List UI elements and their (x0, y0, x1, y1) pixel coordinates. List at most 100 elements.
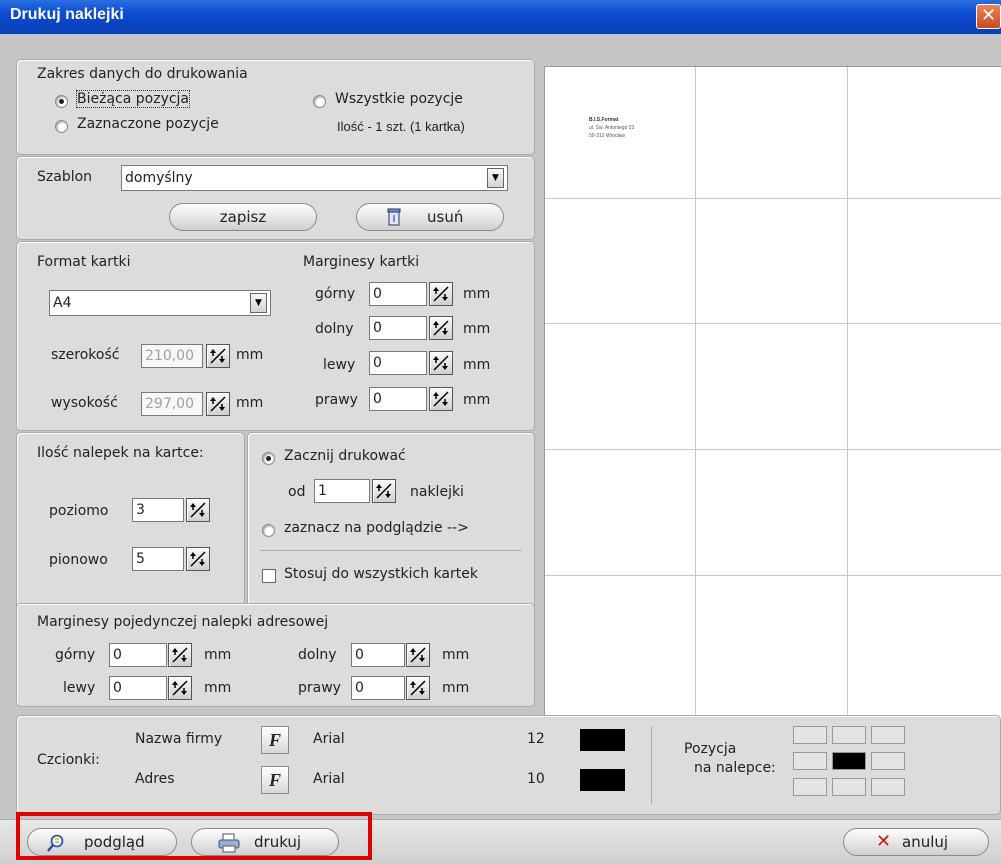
margin-bottom-spinner[interactable] (429, 316, 453, 340)
labels-count-title: Ilość nalepek na kartce: (37, 445, 204, 461)
label-margin-right-field[interactable]: 0 (351, 676, 405, 700)
from-label: od (288, 484, 306, 500)
label-margin-left-field[interactable]: 0 (109, 676, 167, 700)
format-title: Format kartki (37, 254, 131, 270)
vertical-field[interactable]: 5 (132, 547, 184, 571)
label-margin-right-spinner[interactable] (406, 676, 430, 700)
position-cell[interactable] (871, 752, 905, 770)
from-value: 1 (318, 483, 327, 499)
label-margin-bottom-field[interactable]: 0 (351, 643, 405, 667)
margin-bottom-field[interactable]: 0 (369, 316, 427, 340)
cancel-button[interactable]: ✕ anuluj (843, 828, 989, 856)
width-field[interactable]: 210,00 (141, 344, 203, 368)
position-cell[interactable] (793, 726, 827, 744)
close-icon: ✕ (876, 831, 892, 852)
font-icon: F (268, 730, 281, 750)
label-margin-bottom-spinner[interactable] (406, 643, 430, 667)
fonts-label: Czcionki: (37, 752, 100, 768)
fonts-panel: Czcionki: Nazwa firmy F Arial 12 Adres F… (16, 715, 1001, 815)
height-field[interactable]: 297,00 (141, 392, 203, 416)
delete-template-button[interactable]: usuń (356, 203, 504, 231)
grid-line (545, 575, 1001, 576)
label-margin-top-unit: mm (204, 647, 232, 663)
radio-current-position[interactable] (55, 95, 68, 108)
chevron-down-icon[interactable]: ▼ (250, 293, 267, 313)
radio-current-label[interactable]: Bieżąca pozycja (75, 90, 191, 108)
chevron-down-icon[interactable]: ▼ (487, 168, 504, 188)
company-name-label: Nazwa firmy (135, 731, 223, 747)
preview-label-text: B.I.S.Format ul. Św. Antoniego 23 50-312… (589, 116, 634, 140)
range-panel: Zakres danych do drukowania Bieżąca pozy… (16, 59, 535, 155)
radio-selected-positions[interactable] (55, 120, 68, 133)
divider (260, 550, 522, 551)
template-select[interactable]: domyślny (121, 165, 508, 191)
margin-top-unit: mm (463, 286, 491, 302)
start-panel: Zacznij drukować od 1 naklejki zaznacz n… (247, 432, 535, 628)
margin-top-spinner[interactable] (429, 282, 453, 306)
grid-line (847, 67, 848, 735)
vertical-label: pionowo (49, 552, 108, 568)
horizontal-field[interactable]: 3 (132, 498, 184, 522)
position-cell[interactable] (871, 778, 905, 796)
grid-line (545, 449, 1001, 450)
vertical-spinner[interactable] (186, 547, 210, 571)
title-bar: Drukuj naklejki ✕ (0, 0, 1001, 34)
width-value: 210,00 (145, 348, 194, 364)
label-margin-left-value: 0 (113, 680, 122, 696)
close-icon: ✕ (980, 5, 997, 26)
close-button[interactable]: ✕ (976, 4, 1001, 29)
apply-all-checkbox[interactable] (262, 569, 276, 583)
margin-right-field[interactable]: 0 (369, 387, 427, 411)
position-cell[interactable] (871, 726, 905, 744)
margin-bottom-unit: mm (463, 321, 491, 337)
format-select[interactable]: A4 (49, 290, 271, 316)
margin-left-spinner[interactable] (429, 351, 453, 375)
grid-line (545, 198, 1001, 199)
horizontal-spinner[interactable] (186, 498, 210, 522)
position-cell[interactable] (793, 752, 827, 770)
margin-top-value: 0 (373, 286, 382, 302)
radio-all-label[interactable]: Wszystkie pozycje (335, 91, 463, 107)
from-field[interactable]: 1 (314, 479, 370, 503)
radio-selected-label[interactable]: Zaznaczone pozycje (77, 116, 219, 132)
from-spinner[interactable] (372, 479, 396, 503)
address-font-button[interactable]: F (261, 766, 289, 794)
margin-right-label: prawy (315, 392, 358, 408)
label-margin-left-spinner[interactable] (168, 676, 192, 700)
margins-title: Marginesy kartki (303, 254, 420, 270)
horizontal-label: poziomo (49, 503, 109, 519)
radio-all-positions[interactable] (313, 95, 326, 108)
margin-left-value: 0 (373, 355, 382, 371)
label-margin-top-spinner[interactable] (168, 643, 192, 667)
width-spinner[interactable] (206, 344, 230, 368)
label-margin-top-field[interactable]: 0 (109, 643, 167, 667)
labels-count-panel: Ilość nalepek na kartce: poziomo 3 piono… (16, 432, 245, 628)
position-cell[interactable] (793, 778, 827, 796)
range-title: Zakres danych do drukowania (37, 66, 248, 82)
position-cell-selected[interactable] (832, 752, 866, 770)
position-grid (793, 726, 913, 798)
height-spinner[interactable] (206, 392, 230, 416)
apply-all-label[interactable]: Stosuj do wszystkich kartek (284, 566, 478, 582)
mark-on-preview-label[interactable]: zaznacz na podglądzie --> (284, 520, 469, 536)
company-color-swatch[interactable] (580, 729, 625, 751)
position-cell[interactable] (832, 778, 866, 796)
template-value: domyślny (125, 170, 193, 186)
position-cell[interactable] (832, 726, 866, 744)
margin-left-field[interactable]: 0 (369, 351, 427, 375)
grid-line (695, 67, 696, 735)
company-font-button[interactable]: F (261, 726, 289, 754)
height-label: wysokość (51, 395, 118, 411)
radio-mark-on-preview[interactable] (262, 524, 275, 537)
start-printing-label[interactable]: Zacznij drukować (284, 448, 406, 464)
radio-start-printing[interactable] (262, 452, 275, 465)
company-font-name: Arial (313, 731, 345, 747)
label-preview[interactable]: B.I.S.Format ul. Św. Antoniego 23 50-312… (544, 66, 1001, 735)
sheet-panel: Format kartki A4 ▼ szerokość 210,00 mm w… (16, 241, 535, 431)
margin-right-spinner[interactable] (429, 387, 453, 411)
save-template-button[interactable]: zapisz (169, 203, 317, 231)
grid-line (545, 323, 1001, 324)
position-label-2: na nalepce: (694, 760, 776, 776)
address-color-swatch[interactable] (580, 769, 625, 791)
margin-top-field[interactable]: 0 (369, 282, 427, 306)
